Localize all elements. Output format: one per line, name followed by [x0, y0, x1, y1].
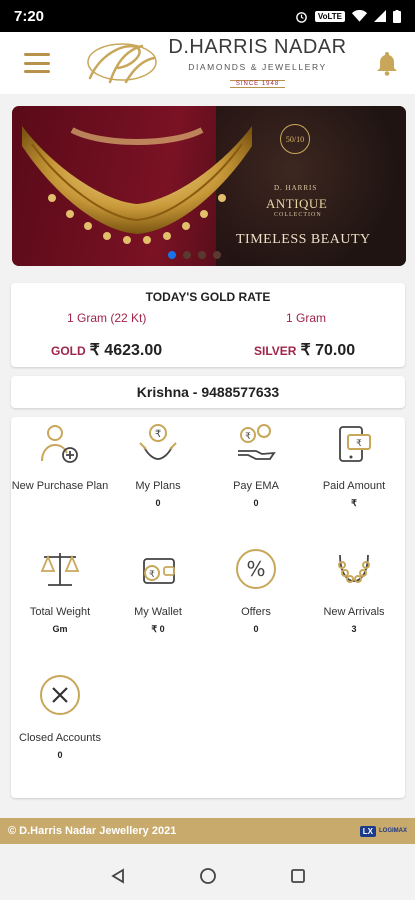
tile-value: ₹ 0	[151, 624, 165, 634]
tile-value: 3	[351, 624, 357, 634]
home-icon[interactable]	[198, 866, 218, 886]
necklace-icon	[332, 547, 376, 591]
tile-value: 0	[253, 624, 259, 634]
carousel-dot[interactable]	[198, 251, 206, 259]
silver-rate: SILVER ₹ 70.00	[254, 340, 355, 360]
tile-total-weight[interactable]: Total Weight Gm	[11, 547, 109, 634]
bell-icon[interactable]	[375, 50, 399, 76]
banner-collection-title: ANTIQUE	[266, 196, 328, 211]
svg-text:₹: ₹	[356, 439, 362, 449]
tile-offers[interactable]: % Offers 0	[207, 547, 305, 634]
tile-label: Offers	[241, 606, 271, 618]
my-plans-icon: ₹	[136, 421, 180, 465]
banner-brand-line: D. HARRIS	[274, 184, 318, 192]
carousel-dot[interactable]	[183, 251, 191, 259]
gold-rate-card: TODAY'S GOLD RATE 1 Gram (22 Kt) 1 Gram …	[11, 283, 405, 367]
tile-new-purchase-plan[interactable]: New Purchase Plan	[11, 421, 109, 498]
member-card: Krishna - 9488577633	[11, 376, 405, 408]
close-circle-icon	[38, 673, 82, 717]
brand-name: D.HARRIS NADAR	[168, 36, 347, 58]
carousel-dots[interactable]	[168, 251, 221, 259]
recents-icon[interactable]	[288, 866, 308, 886]
tile-label: Total Weight	[29, 606, 91, 618]
tile-label: My Plans	[135, 480, 181, 492]
tile-value: ₹	[351, 498, 357, 508]
scale-icon	[38, 547, 82, 591]
necklace-image	[22, 126, 252, 244]
svg-text:%: %	[246, 557, 265, 581]
logimax-badge: LX	[359, 825, 376, 837]
wallet-icon: ₹	[136, 547, 180, 591]
svg-text:₹: ₹	[245, 432, 251, 442]
brand-block: D.HARRIS NADAR DIAMONDS & JEWELLERY SINC…	[165, 36, 350, 90]
tile-label: Paid Amount	[322, 480, 386, 492]
tile-new-arrivals[interactable]: New Arrivals 3	[305, 547, 403, 634]
gold-unit: 1 Gram (22 Kt)	[67, 311, 147, 325]
copyright-text: © D.Harris Nadar Jewellery 2021	[8, 825, 177, 837]
tile-label: My Wallet	[134, 606, 182, 618]
back-icon[interactable]	[108, 866, 128, 886]
tile-my-wallet[interactable]: ₹ My Wallet ₹ 0	[109, 547, 207, 635]
silver-value: ₹ 70.00	[300, 342, 356, 359]
svg-text:₹: ₹	[155, 429, 161, 440]
gold-value: ₹ 4623.00	[89, 342, 163, 359]
percent-icon: %	[234, 547, 278, 591]
brand-tagline: DIAMONDS & JEWELLERY	[188, 62, 327, 72]
menu-grid: New Purchase Plan ₹ My Plans 0 ₹ Pay EMA…	[11, 417, 405, 798]
pay-ema-icon: ₹	[234, 421, 278, 465]
tile-label: Closed Accounts	[19, 732, 101, 744]
status-icons: VoLTE	[295, 9, 401, 23]
brand-since: SINCE 1948	[229, 80, 286, 88]
tile-closed-accounts[interactable]: Closed Accounts 0	[11, 673, 109, 760]
hamburger-menu-icon[interactable]	[24, 53, 50, 73]
silver-unit: 1 Gram	[286, 311, 327, 325]
wifi-icon	[352, 10, 367, 22]
banner-collection-word: COLLECTION	[274, 212, 322, 218]
signal-icon	[374, 10, 386, 22]
tile-pay-ema[interactable]: ₹ Pay EMA 0	[207, 421, 305, 508]
gold-rate: GOLD ₹ 4623.00	[51, 340, 162, 360]
volte-badge: VoLTE	[314, 10, 345, 22]
banner-tagline: TIMELESS BEAUTY	[236, 232, 371, 247]
tile-value: 0	[57, 750, 63, 760]
app-header: D.HARRIS NADAR DIAMONDS & JEWELLERY SINC…	[0, 32, 415, 94]
status-time: 7:20	[14, 7, 45, 25]
logimax-name: LOGIMAX	[379, 828, 407, 834]
paid-amount-icon: ₹	[332, 421, 376, 465]
carousel-dot[interactable]	[213, 251, 221, 259]
alarm-icon	[296, 11, 307, 23]
new-purchase-plan-icon	[38, 421, 82, 465]
promo-banner[interactable]: 50/10 D. HARRIS ANTIQUE COLLECTION TIMEL…	[12, 106, 406, 266]
rate-title: TODAY'S GOLD RATE	[145, 290, 271, 304]
member-name-phone: Krishna - 9488577633	[136, 384, 280, 400]
tile-value: 0	[155, 498, 161, 508]
silver-label: SILVER	[254, 344, 297, 358]
banner-seal: 50/10	[280, 124, 310, 154]
carousel-dot[interactable]	[168, 251, 176, 259]
footer: © D.Harris Nadar Jewellery 2021 LX LOGIM…	[0, 818, 415, 844]
tile-label: Pay EMA	[233, 480, 279, 492]
gold-label: GOLD	[51, 344, 86, 358]
logimax-logo: LX LOGIMAX	[359, 825, 407, 837]
tile-value: 0	[253, 498, 259, 508]
system-nav-bar	[0, 852, 415, 900]
tile-label: New Purchase Plan	[11, 480, 109, 492]
status-bar: 7:20 VoLTE	[0, 0, 415, 32]
dh-monogram-logo	[87, 43, 157, 84]
svg-text:₹: ₹	[149, 570, 155, 580]
tile-label: New Arrivals	[323, 606, 385, 618]
tile-paid-amount[interactable]: ₹ Paid Amount ₹	[305, 421, 403, 509]
tile-my-plans[interactable]: ₹ My Plans 0	[109, 421, 207, 508]
battery-icon	[393, 9, 401, 23]
tile-value: Gm	[52, 624, 68, 634]
